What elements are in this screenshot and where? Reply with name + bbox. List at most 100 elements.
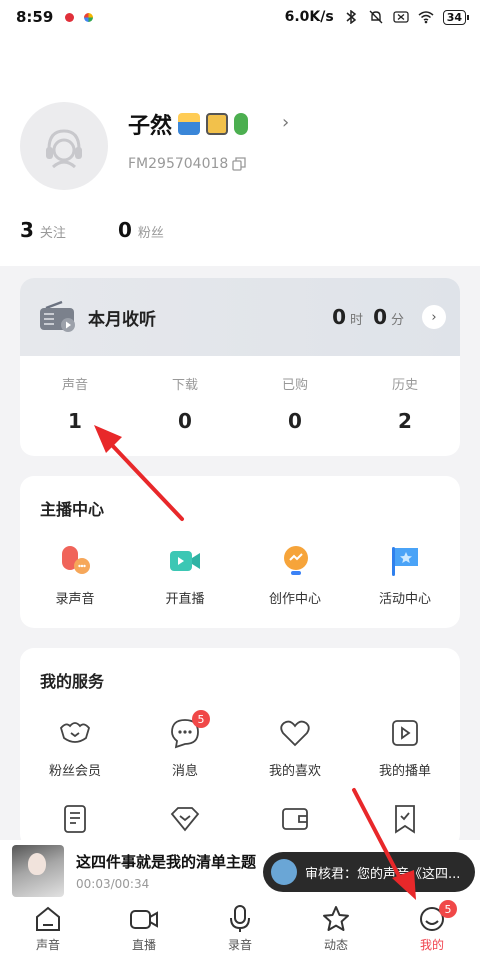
home-icon — [36, 906, 60, 931]
tab-record[interactable]: 录音 — [192, 902, 288, 960]
start-live-item[interactable]: 开直播 — [130, 544, 240, 607]
activity-center-item[interactable]: 活动中心 — [350, 544, 460, 607]
diamond-icon — [170, 807, 200, 832]
profile-header: 子然 › FM295704018 3 关注 0 粉丝 — [0, 34, 480, 266]
fan-member-item[interactable]: 粉丝会员 — [20, 716, 130, 779]
messages-item[interactable]: 5 消息 — [130, 710, 240, 779]
stat-label: 已购 — [281, 378, 308, 393]
following-label[interactable]: 关注 — [40, 222, 66, 241]
item-label: 创作中心 — [268, 592, 321, 607]
star-icon — [323, 906, 349, 931]
video-icon — [130, 910, 158, 929]
anchor-center-items: 录声音 开直播 创作中心 活动中心 — [20, 544, 460, 607]
item-label: 粉丝会员 — [48, 764, 101, 779]
swimmer-emoji-icon — [178, 113, 201, 135]
listen-hours: 0 — [332, 305, 347, 329]
tab-label: 直播 — [131, 938, 156, 952]
track-cover-image — [12, 845, 64, 897]
stat-value: 0 — [288, 409, 302, 433]
mic-icon — [230, 905, 250, 932]
reviewer-avatar — [271, 859, 297, 885]
network-speed: 6.0K/s — [284, 9, 334, 25]
creation-center-item[interactable]: 创作中心 — [240, 544, 350, 607]
fans-label[interactable]: 粉丝 — [138, 222, 164, 241]
activity-icon — [392, 547, 418, 576]
stat-label: 声音 — [61, 378, 88, 393]
listen-minutes: 0 — [373, 305, 387, 329]
my-likes-item[interactable]: 我的喜欢 — [240, 716, 350, 779]
tab-label: 我的 — [419, 938, 444, 952]
avatar[interactable] — [20, 102, 108, 190]
item-label: 录声音 — [55, 592, 95, 607]
live-icon — [170, 551, 200, 571]
message-badge: 5 — [192, 710, 210, 728]
my-services-title: 我的服务 — [40, 672, 105, 691]
follow-stats: 3 关注 0 粉丝 — [20, 218, 164, 242]
sim-x-icon — [393, 11, 409, 23]
item-label: 我的播单 — [378, 764, 431, 779]
tab-label: 声音 — [35, 938, 60, 952]
mute-bell-icon — [369, 10, 383, 24]
item-label: 我的喜欢 — [268, 764, 321, 779]
stat-label: 历史 — [391, 378, 418, 393]
item-label: 消息 — [171, 764, 198, 779]
listen-summary[interactable]: 本月收听 0 时 0 分 › — [20, 278, 460, 356]
hours-unit: 时 — [350, 313, 364, 328]
my-playlist-item[interactable]: 我的播单 — [350, 716, 460, 779]
tab-feed[interactable]: 动态 — [288, 902, 384, 960]
record-voice-item[interactable]: 录声音 — [20, 544, 130, 607]
copy-icon[interactable] — [232, 157, 246, 171]
stat-value: 2 — [398, 409, 412, 433]
track-time: 00:03/00:34 — [76, 877, 150, 891]
bottom-tab-bar: 声音 直播 录音 动态 5 我的 — [0, 900, 480, 960]
username-row[interactable]: 子然 — [128, 108, 249, 140]
annotation-arrow-tab-me — [352, 788, 416, 900]
battery-indicator: 34 — [442, 9, 470, 25]
status-time: 8:59 — [16, 8, 54, 26]
fm-id: FM295704018 — [128, 156, 229, 172]
tab-label: 录音 — [227, 938, 252, 952]
service-document-item[interactable] — [20, 802, 130, 836]
tab-sounds[interactable]: 声音 — [0, 902, 96, 960]
stat-purchased[interactable]: 已购 0 — [240, 374, 350, 433]
minutes-unit: 分 — [390, 313, 404, 328]
listen-duration: 0 时 0 分 — [332, 305, 410, 329]
playlist-icon — [392, 720, 418, 746]
profile-chevron-right-icon[interactable]: › — [282, 112, 289, 133]
track-title: 这四件事就是我的清单主题 — [76, 853, 257, 871]
tab-me[interactable]: 5 我的 — [384, 900, 480, 960]
listen-title: 本月收听 — [88, 309, 156, 330]
cactus-emoji-icon — [234, 113, 249, 135]
notification-app-icon — [84, 12, 94, 22]
creation-icon — [284, 546, 308, 575]
tab-label: 动态 — [323, 938, 348, 952]
service-wallet-item[interactable] — [240, 802, 350, 836]
service-diamond-item[interactable] — [130, 802, 240, 836]
notification-red-icon — [65, 12, 75, 22]
record-voice-icon — [62, 546, 90, 574]
annotation-arrow-stats — [94, 425, 184, 521]
wallet-icon — [282, 808, 308, 830]
document-icon — [64, 805, 86, 833]
bluetooth-icon — [346, 10, 356, 24]
stat-history[interactable]: 历史 2 — [350, 374, 460, 433]
tab-me-badge: 5 — [439, 900, 457, 918]
item-label: 开直播 — [165, 592, 205, 607]
tab-live[interactable]: 直播 — [96, 902, 192, 960]
train-emoji-icon — [206, 113, 229, 135]
following-count[interactable]: 3 — [20, 218, 34, 242]
radio-icon — [40, 300, 75, 332]
default-avatar-headphones-icon — [46, 129, 82, 169]
track-info: 这四件事就是我的清单主题 00:03/00:34 — [76, 851, 256, 891]
username: 子然 — [128, 114, 173, 139]
fan-member-icon — [59, 722, 91, 743]
wifi-icon — [418, 11, 434, 24]
fm-id-row: FM295704018 — [128, 156, 246, 172]
status-bar: 8:59 6.0K/s 34 — [0, 0, 480, 34]
listen-more-chevron-icon[interactable]: › — [422, 305, 446, 329]
stat-label: 下载 — [171, 378, 198, 393]
services-row-1: 粉丝会员 5 消息 我的喜欢 我的播单 — [20, 710, 460, 779]
heart-icon — [280, 720, 310, 747]
fans-count[interactable]: 0 — [118, 218, 132, 242]
item-label: 活动中心 — [378, 592, 431, 607]
